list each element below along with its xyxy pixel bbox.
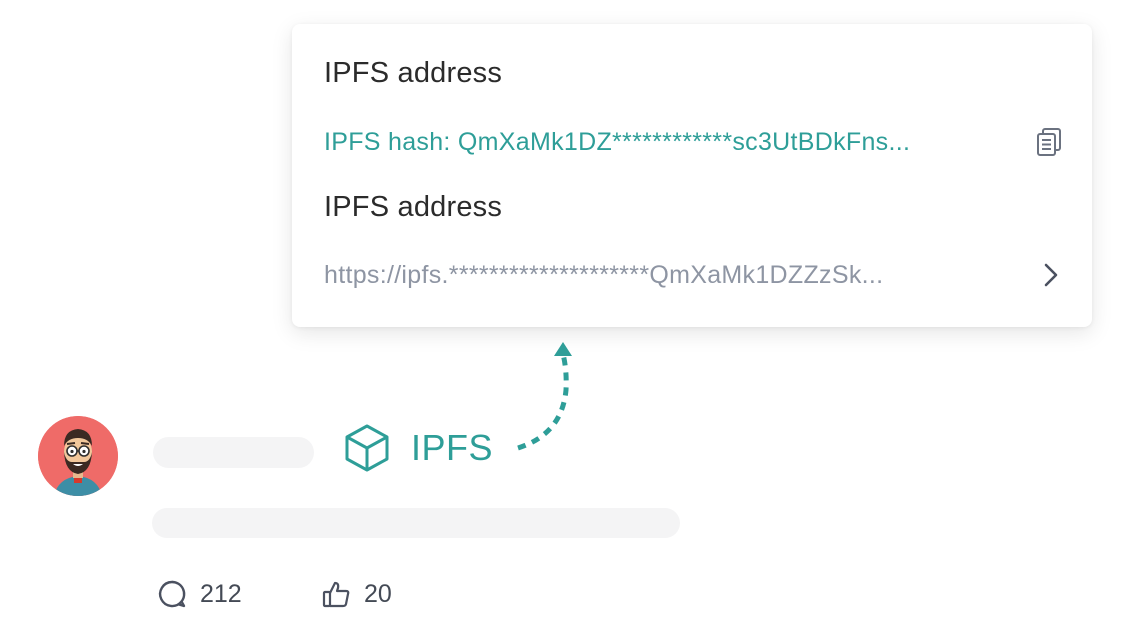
avatar[interactable]	[38, 416, 118, 496]
cube-icon	[343, 422, 391, 474]
ipfs-label[interactable]: IPFS	[411, 427, 493, 469]
ipfs-url-value[interactable]: https://ipfs.********************QmXaMk1…	[324, 261, 1036, 290]
ipfs-hash-heading: IPFS address	[324, 57, 503, 89]
username-placeholder	[153, 437, 314, 468]
content-placeholder	[152, 508, 680, 538]
comment-count: 212	[200, 579, 242, 608]
dashed-arrow-icon	[517, 342, 572, 451]
ipfs-tag-button[interactable]: IPFS	[343, 420, 493, 476]
thumbs-up-icon	[320, 578, 352, 610]
ipfs-hash-row: IPFS hash: QmXaMk1DZ************sc3UtBDk…	[324, 124, 1064, 160]
ipfs-url-heading: IPFS address	[324, 191, 503, 223]
like-count: 20	[364, 579, 392, 608]
ipfs-popover: IPFS address IPFS hash: QmXaMk1DZ*******…	[292, 24, 1092, 327]
comment-icon	[156, 578, 188, 610]
copy-icon[interactable]	[1034, 126, 1064, 158]
comment-button[interactable]: 212	[156, 576, 242, 612]
page: IPFS address IPFS hash: QmXaMk1DZ*******…	[0, 0, 1132, 636]
ipfs-url-link[interactable]: https://ipfs.********************QmXaMk1…	[324, 257, 1064, 293]
like-button[interactable]: 20	[320, 576, 392, 612]
chevron-right-icon[interactable]	[1040, 260, 1062, 290]
ipfs-hash-value[interactable]: IPFS hash: QmXaMk1DZ************sc3UtBDk…	[324, 128, 1024, 157]
